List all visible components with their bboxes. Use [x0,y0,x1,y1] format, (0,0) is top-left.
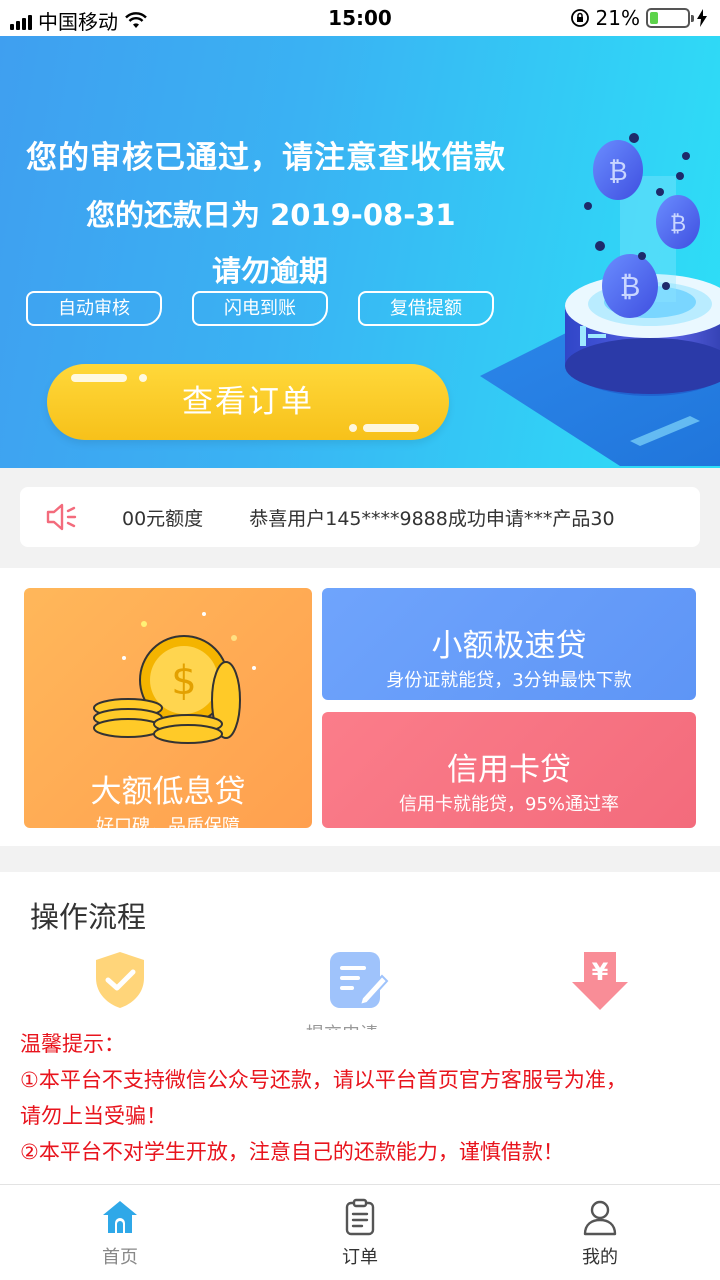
process-section: 操作流程 提交申请 ¥ 温馨提示： ①本平台不支持微信公众号还款，请以平台首页官… [0,872,720,1184]
tag-auto-review: 自动审核 [26,291,162,326]
view-order-label: 查看订单 [182,384,314,420]
home-icon [103,1201,137,1233]
tab-orders[interactable]: 订单 [240,1185,480,1280]
battery-icon [646,8,694,28]
speaker-icon [46,503,77,531]
clipboard-icon [345,1198,375,1236]
announcement-bar[interactable]: 00元额度 恭喜用户145****9888成功申请***产品30 [20,487,700,547]
large-loan-card[interactable]: $ 大额低息贷 好口碑，品质保障 [24,588,312,828]
svg-text:$: $ [171,658,196,704]
tips-title: 温馨提示： [20,1032,125,1056]
announcement-text: 00元额度 恭喜用户145****9888成功申请***产品30 [122,504,655,531]
status-bar: 中国移动 15:00 21% [0,0,720,36]
credit-loan-title: 信用卡贷 [447,752,571,788]
tab-home-label: 首页 [102,1247,138,1268]
rotation-lock-icon [570,9,589,27]
small-loan-title: 小额极速贷 [431,628,587,664]
tips-line2: ②本平台不对学生开放，注意自己的还款能力，谨慎借款！ [20,1140,564,1164]
svg-text:¥: ¥ [592,958,609,986]
status-right: 21% [570,6,708,30]
svg-text:₿: ₿ [670,212,686,237]
small-fast-loan-card[interactable]: 小额极速贷 身份证就能贷，3分钟最快下款 [322,588,696,700]
large-loan-subtitle: 好口碑，品质保障 [96,816,240,828]
tips-line1b: 请勿上当受骗！ [20,1104,167,1128]
button-decoration [349,424,419,432]
feature-tags: 自动审核 闪电到账 复借提额 [26,291,494,326]
loan-products: $ 大额低息贷 好口碑，品质保障 小额极速贷 身份证就能贷，3分钟最快下款 信用… [0,568,720,846]
announcement-marquee: 00元额度 恭喜用户145****9888成功申请***产品30 [122,487,700,547]
view-order-button[interactable]: 查看订单 [47,364,449,440]
tab-profile[interactable]: 我的 [480,1185,720,1280]
tips-line1: ①本平台不支持微信公众号还款，请以平台首页官方客服号为准， [20,1068,627,1092]
small-loan-subtitle: 身份证就能贷，3分钟最快下款 [386,670,632,691]
repayment-date: 您的还款日为 2019-08-31 [86,198,456,232]
shield-check-icon [96,952,144,1008]
overdue-warning: 请勿逾期 [212,254,329,288]
announcement-part2: 恭喜用户145****9888成功申请***产品30 [249,508,615,530]
warm-tips: 温馨提示： ①本平台不支持微信公众号还款，请以平台首页官方客服号为准， 请勿上当… [20,1026,627,1170]
form-edit-icon [330,952,389,1008]
announcement-part1: 00元额度 [122,508,204,530]
svg-text:₿: ₿ [620,270,641,303]
charging-icon [697,9,707,27]
tab-profile-label: 我的 [582,1247,618,1268]
large-loan-title: 大额低息贷 [90,774,246,810]
tab-orders-label: 订单 [342,1247,378,1268]
process-heading: 操作流程 [30,900,147,934]
battery-fill [650,12,658,24]
user-icon [583,1200,617,1236]
tab-home[interactable]: 首页 [0,1185,240,1280]
hero-banner[interactable]: 您的审核已通过，请注意查收借款 您的还款日为 2019-08-31 请勿逾期 自… [0,36,720,468]
crypto-coins-illustration: ₿ ₿ ₿ [480,133,720,466]
bottom-tab-bar: 首页 订单 我的 [0,1184,720,1280]
button-decoration [71,374,147,382]
gold-coins-icon: $ [93,612,256,744]
credit-card-loan-card[interactable]: 信用卡贷 信用卡就能贷，95%通过率 [322,712,696,828]
approval-message: 您的审核已通过，请注意查收借款 [26,140,506,176]
yuan-download-icon: ¥ [572,952,628,1010]
svg-text:₿: ₿ [608,157,627,187]
battery-percent: 21% [595,6,640,30]
credit-loan-subtitle: 信用卡就能贷，95%通过率 [398,794,619,815]
tag-fast-arrival: 闪电到账 [192,291,328,326]
